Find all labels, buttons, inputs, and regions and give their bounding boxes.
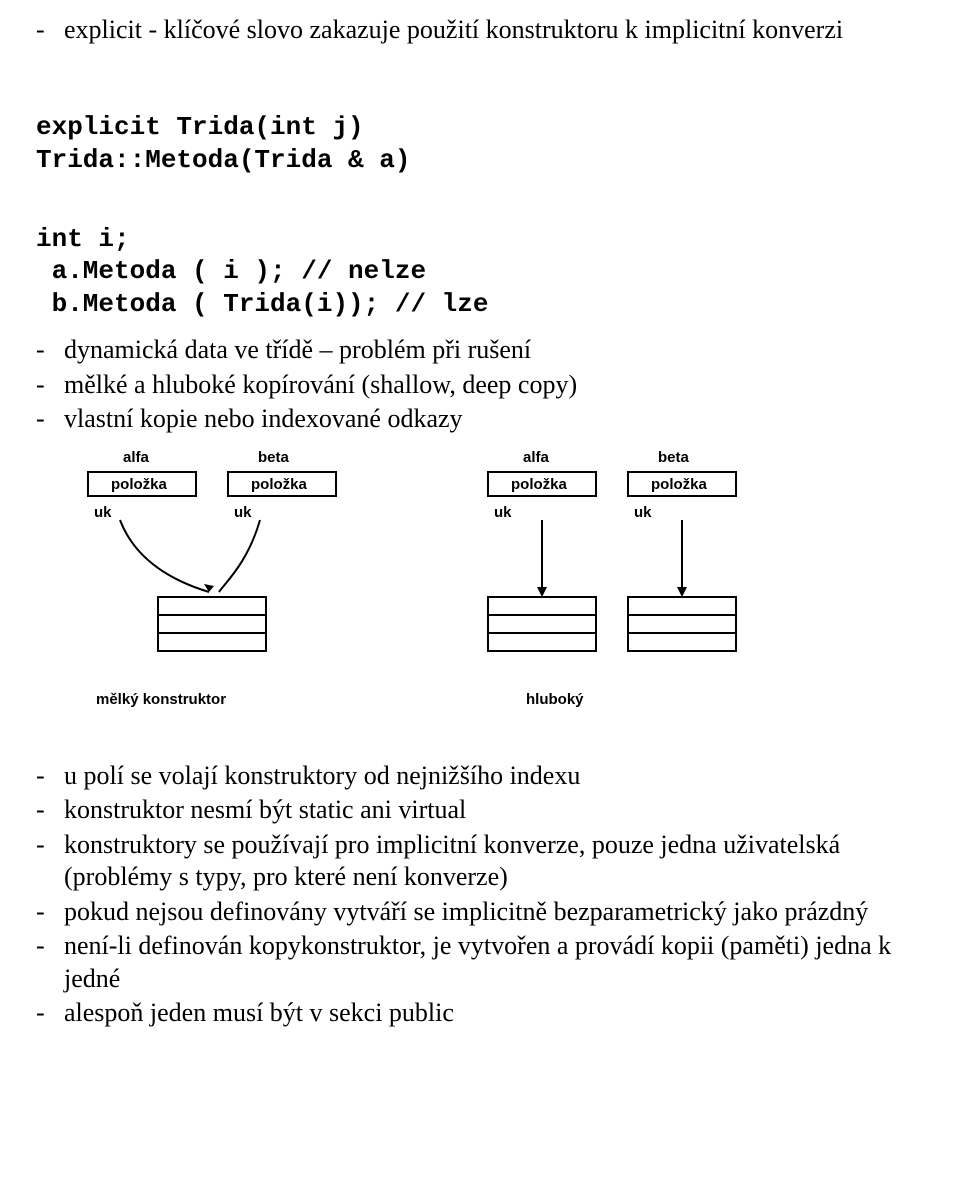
code-line: int i; bbox=[36, 224, 130, 254]
label-alfa: alfa bbox=[523, 449, 550, 466]
bullet-dash: - bbox=[36, 829, 64, 894]
label-beta: beta bbox=[258, 449, 290, 466]
bullet-text: konstruktory se používají pro implicitní… bbox=[64, 829, 924, 894]
label-beta: beta bbox=[658, 449, 690, 466]
bullet-copy-constructor: - není-li definován kopykonstruktor, je … bbox=[36, 930, 924, 995]
label-polozka: položka bbox=[651, 476, 707, 493]
label-uk: uk bbox=[634, 504, 652, 521]
label-uk: uk bbox=[494, 504, 512, 521]
bullet-dash: - bbox=[36, 334, 64, 367]
bullet-dash: - bbox=[36, 760, 64, 793]
bullet-dash: - bbox=[36, 794, 64, 827]
bullet-text: není-li definován kopykonstruktor, je vy… bbox=[64, 930, 924, 995]
bullet-text: explicit - klíčové slovo zakazuje použit… bbox=[64, 14, 924, 47]
bullet-shallow-deep: - mělké a hluboké kopírování (shallow, d… bbox=[36, 369, 924, 402]
bullet-array-constructors: - u polí se volají konstruktory od nejni… bbox=[36, 760, 924, 793]
bullet-text: vlastní kopie nebo indexované odkazy bbox=[64, 403, 924, 436]
label-uk: uk bbox=[94, 504, 112, 521]
bullet-dash: - bbox=[36, 14, 64, 47]
page: - explicit - klíčové slovo zakazuje použ… bbox=[0, 0, 960, 1194]
bullet-dash: - bbox=[36, 403, 64, 436]
spacer bbox=[36, 49, 924, 65]
label-polozka: položka bbox=[111, 476, 167, 493]
label-uk: uk bbox=[234, 504, 252, 521]
label-polozka: položka bbox=[251, 476, 307, 493]
bullet-text: mělké a hluboké kopírování (shallow, dee… bbox=[64, 369, 924, 402]
diagram-svg: .dtxt { font-family: Arial, Helvetica, s… bbox=[36, 442, 924, 742]
code-line: b.Metoda ( Trida(i)); // lze bbox=[36, 289, 488, 319]
bullet-dynamic-data: - dynamická data ve třídě – problém při … bbox=[36, 334, 924, 367]
label-deep-constructor: hluboký bbox=[526, 691, 584, 708]
code-block-constructor: explicit Trida(int j) Trida::Metoda(Trid… bbox=[36, 79, 924, 177]
bullet-text: alespoň jeden musí být v sekci public bbox=[64, 997, 924, 1030]
code-line: Trida::Metoda(Trida & a) bbox=[36, 145, 410, 175]
label-polozka: položka bbox=[511, 476, 567, 493]
bullet-public-section: - alespoň jeden musí být v sekci public bbox=[36, 997, 924, 1030]
bullet-own-copy: - vlastní kopie nebo indexované odkazy bbox=[36, 403, 924, 436]
bullet-explicit-keyword: - explicit - klíčové slovo zakazuje použ… bbox=[36, 14, 924, 47]
code-line: explicit Trida(int j) bbox=[36, 112, 364, 142]
bullet-text: dynamická data ve třídě – problém při ru… bbox=[64, 334, 924, 367]
bullet-text: konstruktor nesmí být static ani virtual bbox=[64, 794, 924, 827]
copy-diagram: .dtxt { font-family: Arial, Helvetica, s… bbox=[36, 442, 924, 742]
bullet-dash: - bbox=[36, 930, 64, 995]
bullet-dash: - bbox=[36, 369, 64, 402]
label-alfa: alfa bbox=[123, 449, 150, 466]
bullet-default-constructor: - pokud nejsou definovány vytváří se imp… bbox=[36, 896, 924, 929]
bullet-implicit-conversion: - konstruktory se používají pro implicit… bbox=[36, 829, 924, 894]
code-block-usage: int i; a.Metoda ( i ); // nelze b.Metoda… bbox=[36, 190, 924, 320]
bullet-text: pokud nejsou definovány vytváří se impli… bbox=[64, 896, 924, 929]
label-shallow-constructor: mělký konstruktor bbox=[96, 691, 226, 708]
code-line: a.Metoda ( i ); // nelze bbox=[36, 256, 426, 286]
bullet-text: u polí se volají konstruktory od nejnižš… bbox=[64, 760, 924, 793]
bullet-dash: - bbox=[36, 997, 64, 1030]
bullet-not-static-virtual: - konstruktor nesmí být static ani virtu… bbox=[36, 794, 924, 827]
bullet-dash: - bbox=[36, 896, 64, 929]
